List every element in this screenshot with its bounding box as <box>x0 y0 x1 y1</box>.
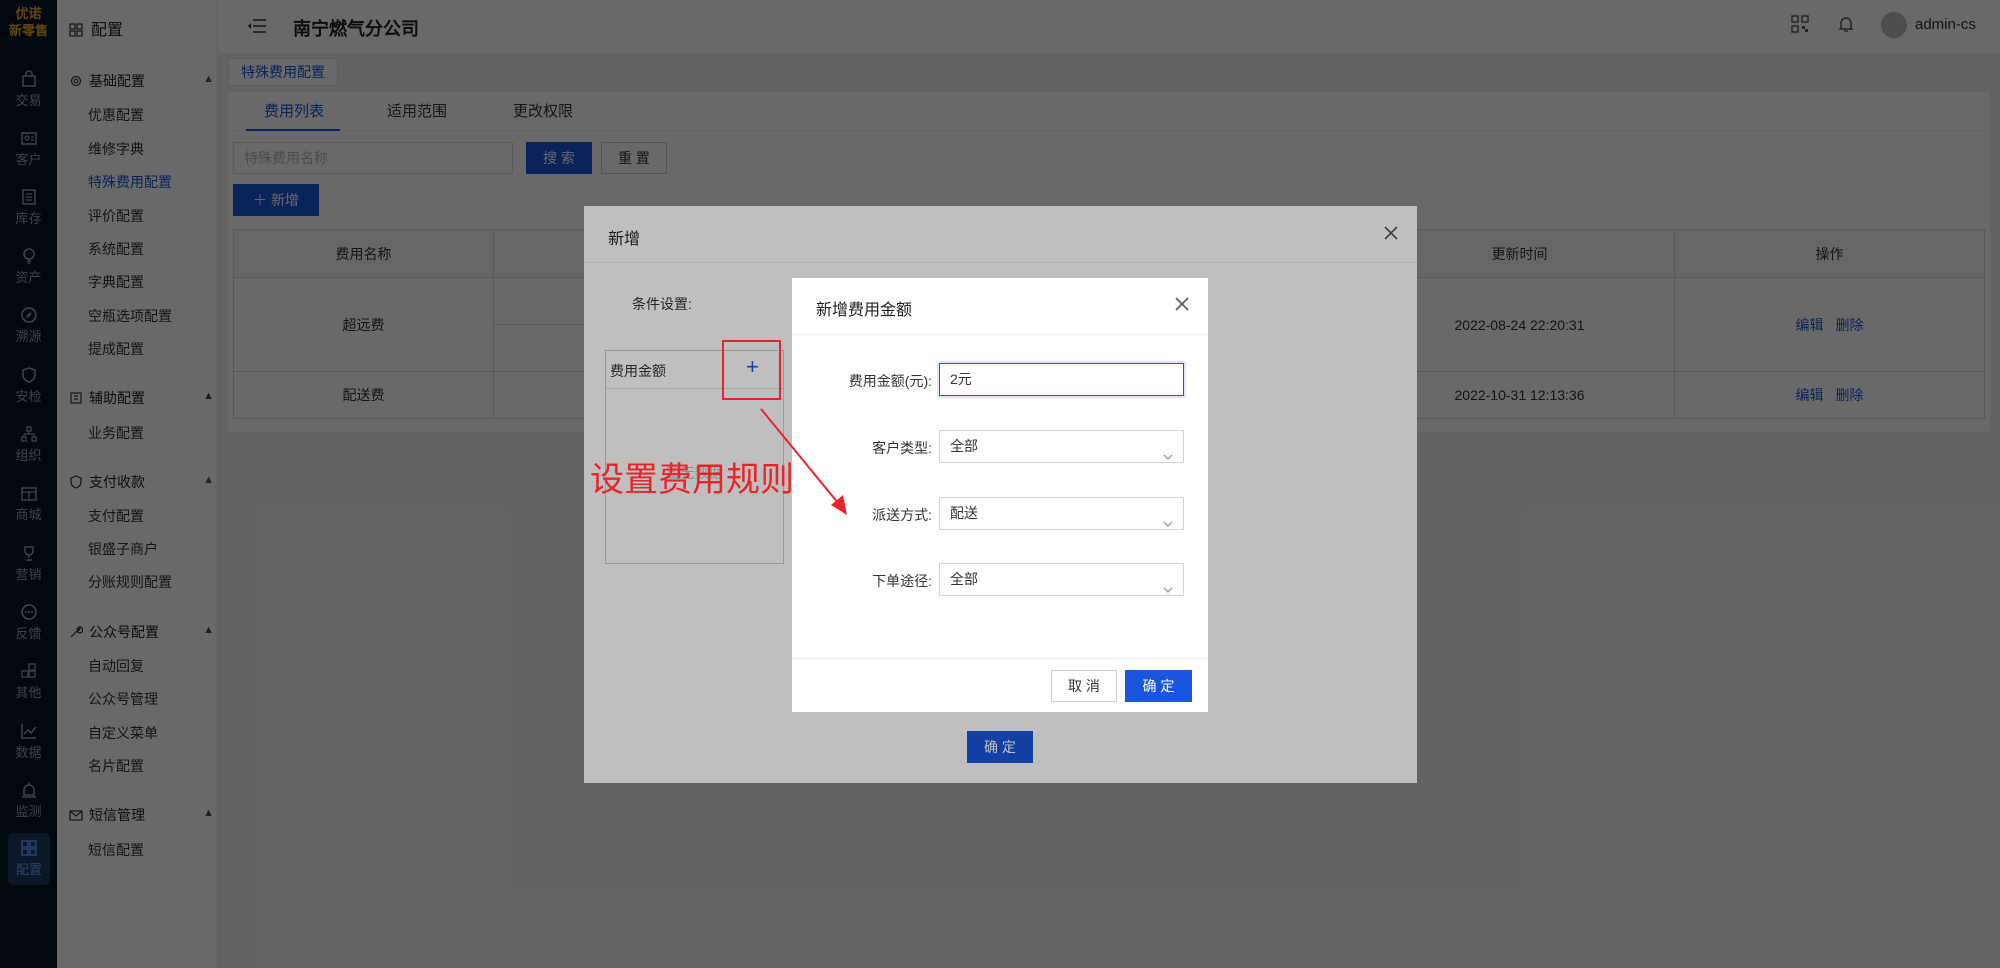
modal-title: 新增费用金额 <box>816 302 913 319</box>
amount-label: 费用金额(元): <box>848 373 932 389</box>
ok-button[interactable]: 确 定 <box>1125 670 1192 702</box>
footer-divider <box>792 658 1208 659</box>
order-channel-select[interactable]: 全部 <box>939 563 1184 596</box>
chevron-down-icon <box>1163 442 1173 460</box>
annotation-text: 设置费用规则 <box>590 460 794 500</box>
annotation-highlight-box <box>722 340 781 400</box>
order-channel-label: 下单途径: <box>872 573 932 589</box>
delivery-method-select[interactable]: 配送 <box>939 497 1184 530</box>
cancel-button[interactable]: 取 消 <box>1051 670 1117 702</box>
close-icon[interactable] <box>1173 295 1191 313</box>
customer-type-select[interactable]: 全部 <box>939 430 1184 463</box>
chevron-down-icon <box>1163 575 1173 593</box>
chevron-down-icon <box>1163 509 1173 527</box>
divider <box>792 334 1208 335</box>
amount-input[interactable]: 2元 <box>939 363 1184 396</box>
